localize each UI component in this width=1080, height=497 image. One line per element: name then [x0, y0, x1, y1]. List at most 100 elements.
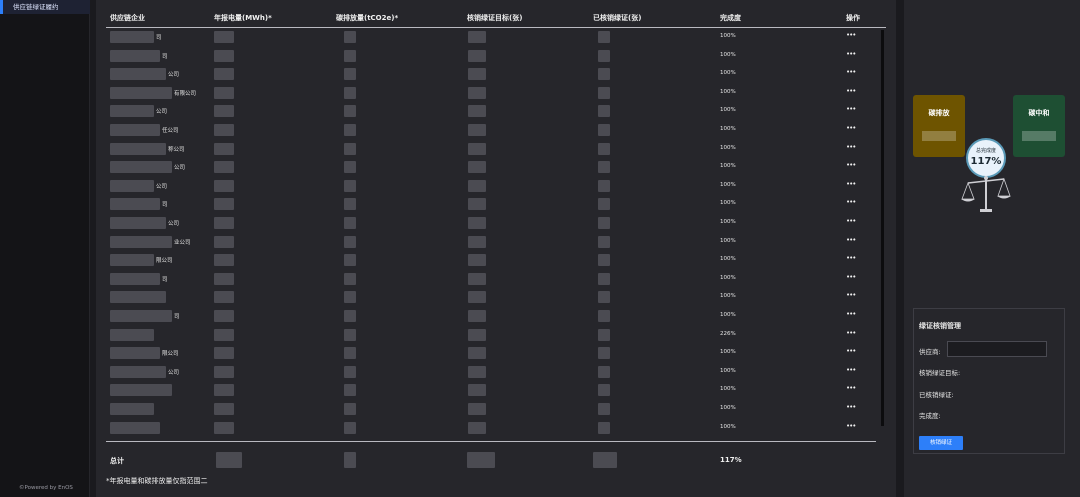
electricity-redacted	[214, 310, 234, 322]
row-actions-menu[interactable]: •••	[846, 105, 856, 113]
company-name-redacted	[110, 365, 166, 378]
emission-label: 碳排放	[928, 109, 950, 117]
table-row: 司 100% •••	[106, 270, 880, 289]
table-scrollbar[interactable]	[881, 30, 884, 426]
cert-target-redacted	[468, 179, 486, 192]
company-name-redacted	[110, 347, 160, 360]
emissions-redacted	[344, 365, 356, 378]
company-name-redacted	[110, 328, 154, 341]
company-name-redacted	[110, 31, 154, 43]
company-name-suffix: 公司	[168, 369, 180, 376]
row-actions-menu[interactable]: •••	[846, 124, 856, 132]
cert-target-redacted	[468, 421, 486, 434]
company-name-redacted	[110, 198, 160, 211]
electricity-redacted	[214, 328, 234, 341]
company-name-suffix: 公司	[168, 72, 180, 79]
emissions-redacted	[344, 86, 356, 99]
table-row: 有限公司 100% •••	[106, 84, 880, 103]
row-actions-menu[interactable]: •••	[846, 161, 856, 169]
row-actions-menu[interactable]: •••	[846, 291, 856, 299]
row-actions-menu[interactable]: •••	[846, 236, 856, 244]
cert-done-redacted	[598, 254, 610, 267]
completion-label: 完成度:	[919, 412, 941, 420]
emissions-redacted	[344, 310, 356, 322]
cert-target-redacted	[468, 384, 486, 397]
emissions-redacted	[344, 254, 356, 267]
completion-cell: 100%	[720, 312, 736, 318]
row-actions-menu[interactable]: •••	[846, 217, 856, 225]
column-header-cert-done: 已核销绿证(张)	[593, 14, 642, 22]
neutral-box: 碳中和	[1013, 95, 1065, 157]
retire-cert-button[interactable]: 核销绿证	[919, 436, 963, 450]
cert-target-redacted	[468, 328, 486, 341]
table-row: 100% •••	[106, 288, 880, 307]
electricity-redacted	[214, 142, 234, 155]
company-name-suffix: 司	[162, 276, 168, 283]
total-target-redacted	[467, 452, 495, 468]
table-row: 公司 100% •••	[106, 158, 880, 177]
row-actions-menu[interactable]: •••	[846, 87, 856, 95]
cert-target-redacted	[468, 31, 486, 43]
table-row: 司 100% •••	[106, 28, 880, 47]
row-actions-menu[interactable]: •••	[846, 180, 856, 188]
company-name-suffix: 司	[156, 35, 162, 41]
cert-done-redacted	[598, 310, 610, 322]
row-actions-menu[interactable]: •••	[846, 68, 856, 76]
row-actions-menu[interactable]: •••	[846, 31, 856, 39]
electricity-redacted	[214, 403, 234, 415]
emissions-redacted	[344, 142, 356, 155]
electricity-redacted	[214, 384, 234, 397]
sidebar-item-supply-chain-green-cert[interactable]: 供应链绿证履约	[0, 0, 90, 14]
cert-done-redacted	[598, 235, 610, 248]
company-name-redacted	[110, 49, 160, 62]
emissions-redacted	[344, 161, 356, 174]
company-name-suffix: 公司	[156, 183, 168, 190]
row-actions-menu[interactable]: •••	[846, 329, 856, 337]
column-header-completion: 完成度	[720, 14, 741, 22]
completion-cell: 100%	[720, 51, 736, 58]
supplier-input[interactable]	[947, 341, 1047, 357]
emissions-redacted	[344, 328, 356, 341]
emissions-redacted	[344, 49, 356, 62]
company-name-redacted	[110, 105, 154, 118]
row-actions-menu[interactable]: •••	[846, 50, 856, 58]
total-emissions-redacted	[344, 452, 356, 468]
row-actions-menu[interactable]: •••	[846, 143, 856, 151]
row-actions-menu[interactable]: •••	[846, 422, 856, 430]
row-actions-menu[interactable]: •••	[846, 310, 856, 318]
row-actions-menu[interactable]: •••	[846, 384, 856, 392]
company-name-suffix: 公司	[168, 221, 180, 227]
cert-target-redacted	[468, 198, 486, 211]
emissions-redacted	[344, 105, 356, 118]
row-actions-menu[interactable]: •••	[846, 403, 856, 411]
emissions-redacted	[344, 179, 356, 192]
row-actions-menu[interactable]: •••	[846, 273, 856, 281]
electricity-redacted	[214, 217, 234, 229]
emissions-redacted	[344, 68, 356, 81]
row-actions-menu[interactable]: •••	[846, 198, 856, 206]
emissions-redacted	[344, 124, 356, 136]
emissions-redacted	[344, 272, 356, 285]
cert-done-redacted	[598, 86, 610, 99]
cert-target-redacted	[468, 403, 486, 415]
footnote: *年报电量和碳排放量仅指范围二	[106, 477, 208, 485]
row-actions-menu[interactable]: •••	[846, 347, 856, 355]
neutral-value-redacted	[1022, 131, 1056, 141]
electricity-redacted	[214, 365, 234, 378]
completion-cell: 100%	[720, 405, 736, 411]
row-actions-menu[interactable]: •••	[846, 254, 856, 262]
cert-done-label: 已核销绿证:	[919, 391, 954, 399]
cert-panel-title: 绿证核销管理	[919, 322, 961, 330]
completion-cell: 100%	[720, 88, 736, 95]
right-panel: 碳排放 碳中和 总完成度 117% 绿证核销管理 供应商: 核销绿证目标: 已核…	[904, 0, 1080, 497]
column-header-electricity: 年报电量(MWh)*	[214, 14, 272, 22]
cert-target-redacted	[468, 365, 486, 378]
row-actions-menu[interactable]: •••	[846, 366, 856, 374]
table-row: 称公司 100% •••	[106, 140, 880, 159]
emissions-redacted	[344, 198, 356, 211]
company-name-suffix: 任公司	[162, 128, 179, 134]
emissions-redacted	[344, 291, 356, 304]
completion-cell: 100%	[720, 256, 736, 263]
emissions-redacted	[344, 217, 356, 229]
company-name-redacted	[110, 161, 172, 174]
